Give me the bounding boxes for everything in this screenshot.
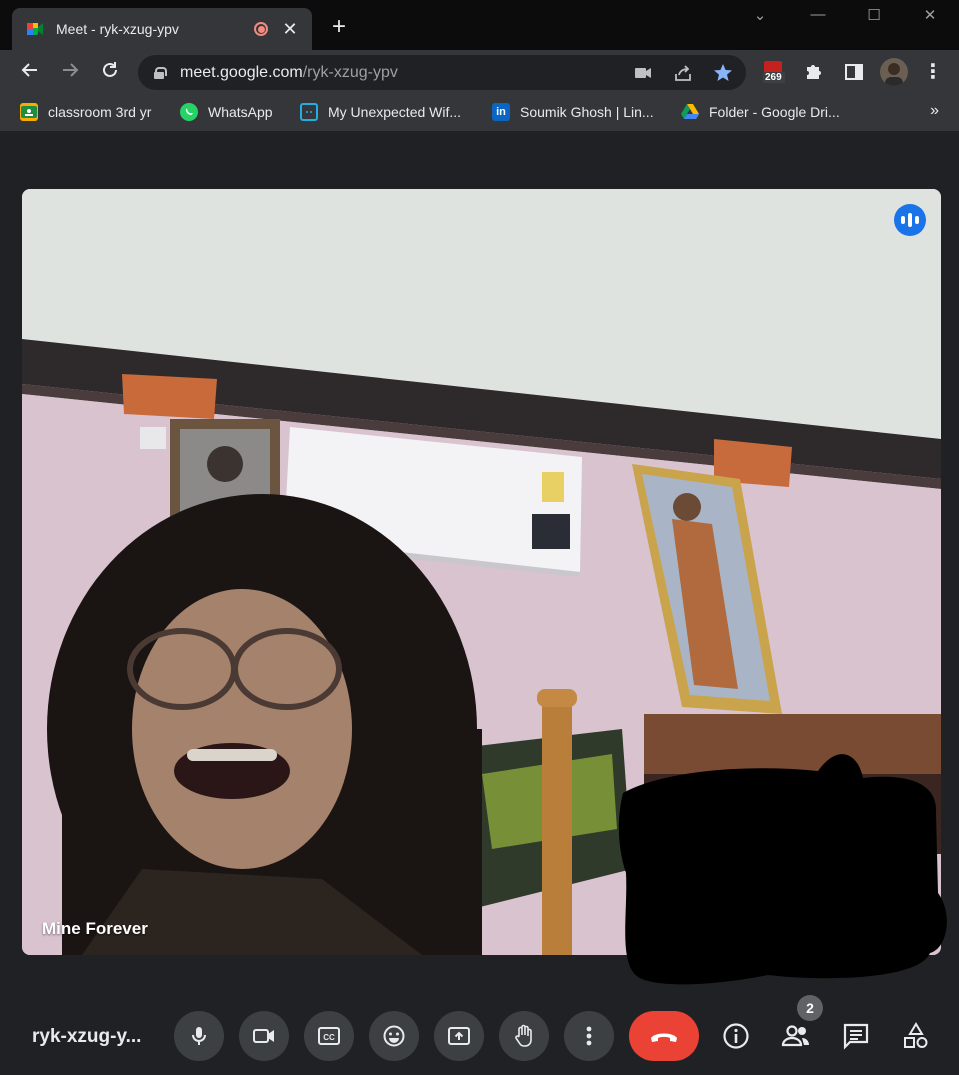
info-icon [723,1023,749,1049]
tab-strip: Meet - ryk-xzug-ypv ✕ + ⌄ — ☐ ✕ [0,0,959,50]
raise-hand-button[interactable] [499,1011,549,1061]
bookmark-star-icon[interactable] [712,62,734,84]
reload-icon [103,62,117,77]
tab-title: Meet - ryk-xzug-ypv [56,21,179,37]
video-camera-icon [253,1029,274,1043]
url-text: meet.google.com/ryk-xzug-ypv [180,64,398,82]
call-end-icon [651,1033,677,1042]
browser-toolbar: meet.google.com/ryk-xzug-ypv 269 ⋮ [0,50,959,94]
forward-button[interactable] [58,60,82,84]
linkedin-icon: in [492,103,510,121]
window-close-button[interactable]: ✕ [920,6,940,24]
address-bar[interactable]: meet.google.com/ryk-xzug-ypv [138,55,746,90]
bookmark-bilibili[interactable]: My Unexpected Wif... [300,103,461,121]
meeting-details-button[interactable] [719,1019,753,1053]
share-icon[interactable] [672,62,694,84]
microphone-button[interactable] [174,1011,224,1061]
bookmark-classroom[interactable]: classroom 3rd yr [20,103,151,121]
speaking-indicator-icon [894,204,926,236]
bookmark-google-drive[interactable]: Folder - Google Dri... [681,103,840,121]
bookmark-label: Folder - Google Dri... [709,104,840,120]
url-path: /ryk-xzug-ypv [302,63,398,81]
tab-search-icon[interactable]: ⌄ [750,6,770,24]
extension-icon[interactable]: 269 [762,60,786,84]
activities-button[interactable] [899,1019,933,1053]
minimize-button[interactable]: — [808,6,828,23]
hand-icon [515,1024,532,1047]
reactions-button[interactable] [369,1011,419,1061]
maximize-button[interactable]: ☐ [864,6,884,24]
redacted-self-view [618,754,947,985]
google-drive-icon [681,103,699,121]
extension-badge: 269 [765,72,782,83]
bookmark-label: classroom 3rd yr [48,104,152,120]
bookmark-whatsapp[interactable]: WhatsApp [180,103,273,121]
camera-in-use-icon[interactable] [632,62,654,84]
emoji-smile-icon [383,1025,405,1047]
whatsapp-icon [180,103,198,121]
participant-name: Mine Forever [42,919,148,938]
more-vert-icon [586,1026,592,1046]
bookmark-linkedin[interactable]: in Soumik Ghosh | Lin... [492,103,654,121]
bookmark-label: Soumik Ghosh | Lin... [520,104,654,120]
profile-avatar[interactable] [880,58,908,86]
more-options-button[interactable] [564,1011,614,1061]
new-tab-button[interactable]: + [326,15,352,39]
google-meet-icon [26,20,44,38]
microphone-icon [192,1027,206,1045]
activities-shapes-icon [904,1022,928,1048]
arrow-left-icon [21,63,37,77]
bookmarks-overflow-button[interactable]: » [930,102,939,120]
present-screen-button[interactable] [434,1011,484,1061]
side-panel-icon[interactable] [842,60,866,84]
url-host: meet.google.com [180,63,303,81]
reload-button[interactable] [98,60,122,84]
bilibili-icon [300,103,318,121]
back-button[interactable] [18,60,42,84]
chat-button[interactable] [839,1019,873,1053]
arrow-right-icon [63,63,79,77]
meet-stage: Mine Forever ryk-xzug-y... CC 2 [0,133,959,1075]
people-icon [781,1025,809,1047]
bookmark-label: WhatsApp [208,104,273,120]
recording-dot-icon [254,22,268,36]
browser-tab[interactable]: Meet - ryk-xzug-ypv ✕ [12,8,312,50]
tab-close-icon[interactable]: ✕ [282,20,298,38]
bookmarks-bar: classroom 3rd yr WhatsApp My Unexpected … [0,94,959,132]
google-classroom-icon [20,103,38,121]
puzzle-icon[interactable] [802,60,826,84]
closed-captions-icon: CC [318,1027,340,1045]
browser-menu-icon[interactable]: ⋮ [921,60,945,84]
people-button[interactable] [779,1019,813,1053]
meeting-code: ryk-xzug-y... [32,1026,142,1047]
present-to-all-icon [448,1027,470,1045]
bookmark-label: My Unexpected Wif... [328,104,462,120]
svg-text:CC: CC [323,1033,335,1042]
captions-button[interactable]: CC [304,1011,354,1061]
lock-icon [154,66,167,79]
leave-call-button[interactable] [629,1011,699,1061]
participant-count-badge: 2 [797,995,823,1021]
camera-button[interactable] [239,1011,289,1061]
chat-icon [843,1023,869,1050]
